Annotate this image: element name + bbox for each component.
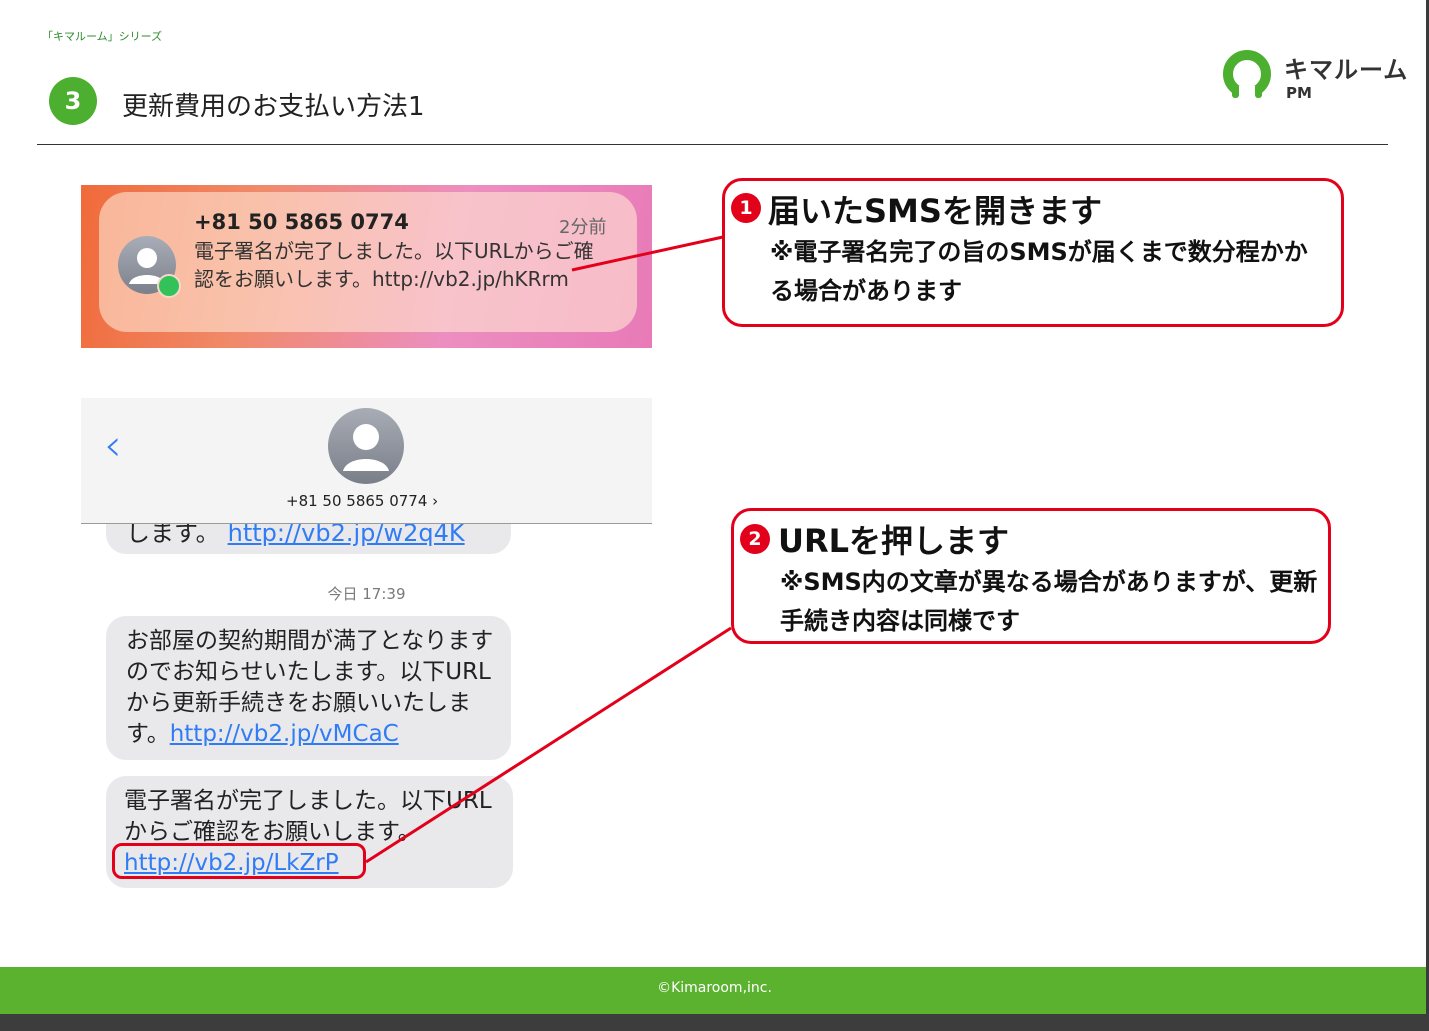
bottom-strip [0, 1014, 1429, 1031]
renewal-link[interactable]: http://vb2.jp/vMCaC [170, 721, 399, 747]
callout-note-2: ※SMS内の文章が異なる場合がありますが、更新手続き内容は同様です [780, 568, 1318, 635]
back-chevron-icon[interactable]: ‹ [104, 420, 122, 471]
step-number-badge: 3 [49, 77, 97, 125]
messages-app-icon [157, 274, 181, 298]
copyright: ©Kimaroom,inc. [657, 980, 772, 996]
logo-mark-icon [1223, 50, 1271, 102]
callout-title-2: URLを押します [778, 522, 1010, 560]
logo-name: キマルーム [1284, 56, 1409, 84]
series-label: 「キマルーム」シリーズ [42, 30, 163, 43]
callout-note-1: ※電子署名完了の旨のSMSが届くまで数分程かかる場合があります [770, 238, 1308, 305]
notification-sender: +81 50 5865 0774 [194, 210, 409, 234]
notification-time: 2分前 [559, 217, 607, 238]
logo-sub: PM [1286, 84, 1312, 102]
notification-body: 電子署名が完了しました。以下URLからご確認をお願いします。http://vb2… [194, 239, 594, 291]
callout-number-1: 1 [731, 193, 761, 223]
link-highlight-box [112, 843, 366, 879]
person-icon [343, 424, 389, 471]
callout-title-1: 届いたSMSを開きます [768, 192, 1102, 230]
signature-message-body: 電子署名が完了しました。以下URLからご確認をお願いします。 [124, 788, 492, 845]
message-timestamp: 今日 17:39 [327, 585, 406, 603]
callout-number-2: 2 [740, 524, 770, 554]
header-divider [37, 144, 1388, 145]
contact-avatar[interactable] [328, 408, 404, 484]
contact-number[interactable]: +81 50 5865 0774 › [286, 492, 438, 510]
renewal-message-text: お部屋の契約期間が満了となりますのでお知らせいたします。以下URLから更新手続き… [126, 626, 501, 750]
page-title: 更新費用のお支払い方法1 [122, 92, 425, 122]
